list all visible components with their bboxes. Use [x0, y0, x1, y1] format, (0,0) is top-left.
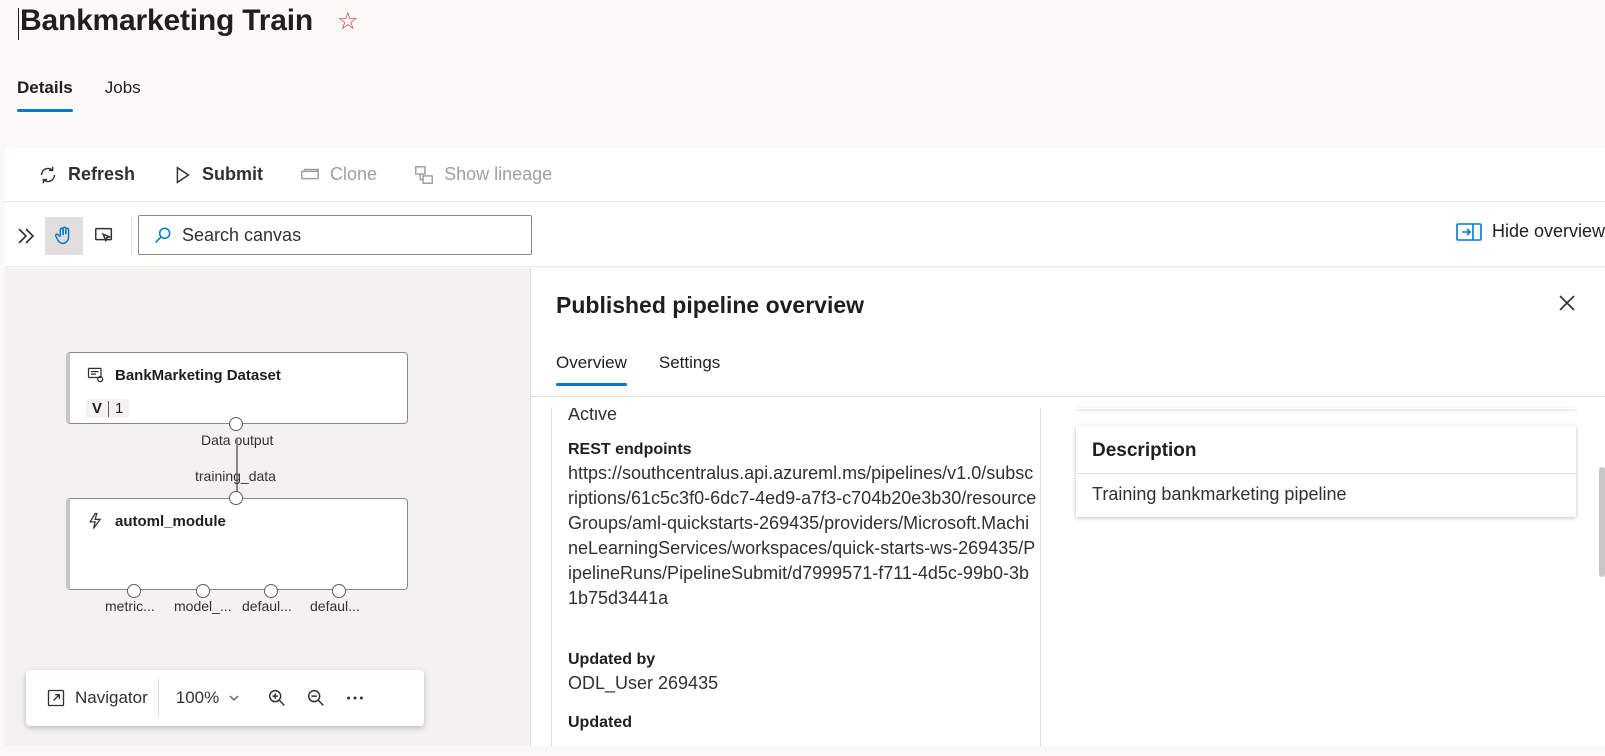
dataset-output-port[interactable] — [229, 417, 243, 431]
chevron-down-icon — [229, 695, 239, 701]
status-field: Active — [568, 408, 1038, 427]
tab-overview[interactable]: Overview — [556, 353, 627, 386]
show-lineage-label: Show lineage — [444, 164, 553, 184]
navigator-button[interactable]: Navigator — [46, 688, 148, 708]
submit-button[interactable]: Submit — [171, 164, 263, 186]
updated-field: Updated — [568, 714, 1038, 732]
page-tabs: Details Jobs — [17, 78, 141, 112]
select-pointer-icon[interactable] — [85, 217, 123, 255]
hide-panel-icon — [1456, 222, 1482, 241]
clone-button[interactable]: Clone — [299, 164, 377, 186]
dataset-node-title: BankMarketing Dataset — [86, 365, 281, 385]
updated-label: Updated — [568, 714, 632, 731]
rest-endpoints-field: REST endpoints https://southcentralus.ap… — [568, 441, 1038, 611]
version-divider — [108, 400, 110, 417]
more-options-icon[interactable] — [344, 687, 366, 709]
star-icon[interactable]: ☆ — [337, 7, 359, 36]
description-card: Description Training bankmarketing pipel… — [1076, 426, 1576, 517]
search-canvas-input[interactable]: Search canvas — [138, 215, 532, 255]
module-name: automl_module — [115, 512, 226, 530]
search-placeholder: Search canvas — [182, 224, 302, 245]
status-value: Active — [568, 408, 618, 424]
show-lineage-button[interactable]: Show lineage — [413, 164, 552, 186]
clone-icon — [301, 168, 320, 179]
refresh-button[interactable]: Refresh — [37, 164, 135, 186]
zoom-in-icon[interactable] — [266, 687, 288, 709]
search-icon — [154, 227, 171, 244]
module-output-port[interactable] — [127, 584, 141, 598]
automl-module-node[interactable]: automl_module — [66, 498, 408, 590]
navigator-divider — [157, 679, 159, 717]
submit-label: Submit — [202, 164, 264, 184]
card-edge — [1076, 408, 1576, 409]
canvas-toolbar: Search canvas Hide overview — [5, 203, 1605, 267]
panel-tabs-divider — [531, 396, 1605, 397]
tab-jobs[interactable]: Jobs — [105, 78, 141, 112]
description-value: Training bankmarketing pipeline — [1092, 484, 1347, 504]
tab-details[interactable]: Details — [17, 78, 73, 112]
close-icon[interactable] — [1557, 292, 1577, 320]
title-row: Bankmarketing Train ☆ — [20, 4, 358, 38]
navigator-icon — [47, 689, 65, 707]
lineage-icon — [415, 165, 434, 184]
expand-icon[interactable] — [7, 217, 45, 255]
dataset-icon — [87, 367, 104, 383]
automl-icon — [89, 512, 102, 529]
canvas-toolbar-divider — [131, 217, 132, 255]
text-caret — [18, 8, 19, 40]
version-badge: V 1 — [86, 399, 130, 418]
panel-tabs: Overview Settings — [556, 353, 720, 386]
tab-settings[interactable]: Settings — [659, 353, 720, 386]
refresh-icon — [40, 166, 56, 183]
play-icon — [176, 165, 190, 184]
zoom-level: 100% — [175, 688, 220, 707]
page-title: Bankmarketing Train — [20, 4, 313, 37]
updated-by-value: ODL_User 269435 — [568, 673, 719, 693]
module-node-title: automl_module — [86, 511, 226, 531]
properties-column: Active REST endpoints https://southcentr… — [551, 408, 1041, 746]
module-input-label: training_data — [195, 468, 276, 484]
hide-overview-label: Hide overview — [1491, 221, 1605, 241]
hide-overview-button[interactable]: Hide overview — [1456, 221, 1605, 242]
module-output-label: defaul... — [310, 598, 360, 614]
toolbar: Refresh Submit Clone Show lineage — [5, 148, 1605, 202]
zoom-out-icon[interactable] — [305, 687, 327, 709]
zoom-dropdown[interactable]: 100% — [176, 688, 240, 708]
scrollbar-thumb[interactable] — [1599, 467, 1605, 577]
navigator-bar: Navigator 100% — [26, 670, 424, 726]
pipeline-overview-panel: Published pipeline overview Overview Set… — [530, 268, 1605, 746]
module-output-label: defaul... — [242, 598, 292, 614]
panel-title: Published pipeline overview — [556, 292, 865, 318]
version-number: 1 — [115, 400, 124, 417]
module-output-port[interactable] — [332, 584, 346, 598]
rest-endpoint-link[interactable]: https://southcentralus.api.azureml.ms/pi… — [568, 461, 1038, 611]
pan-hand-icon[interactable] — [45, 217, 83, 255]
updated-by-label: Updated by — [568, 651, 656, 668]
version-prefix: V — [92, 400, 103, 417]
navigator-label: Navigator — [75, 688, 148, 707]
module-output-port[interactable] — [196, 584, 210, 598]
dataset-node[interactable]: BankMarketing Dataset V 1 — [66, 352, 408, 424]
module-output-label: metric... — [105, 598, 155, 614]
rest-endpoints-label: REST endpoints — [568, 441, 692, 458]
refresh-label: Refresh — [68, 164, 136, 184]
description-title: Description — [1076, 426, 1576, 474]
panel-scrollbar[interactable] — [1597, 408, 1605, 746]
dataset-name: BankMarketing Dataset — [115, 366, 281, 384]
module-input-port[interactable] — [229, 491, 243, 505]
module-output-port[interactable] — [264, 584, 278, 598]
module-output-label: model_... — [174, 598, 232, 614]
updated-by-field: Updated by ODL_User 269435 — [568, 651, 1038, 696]
clone-label: Clone — [330, 164, 378, 184]
